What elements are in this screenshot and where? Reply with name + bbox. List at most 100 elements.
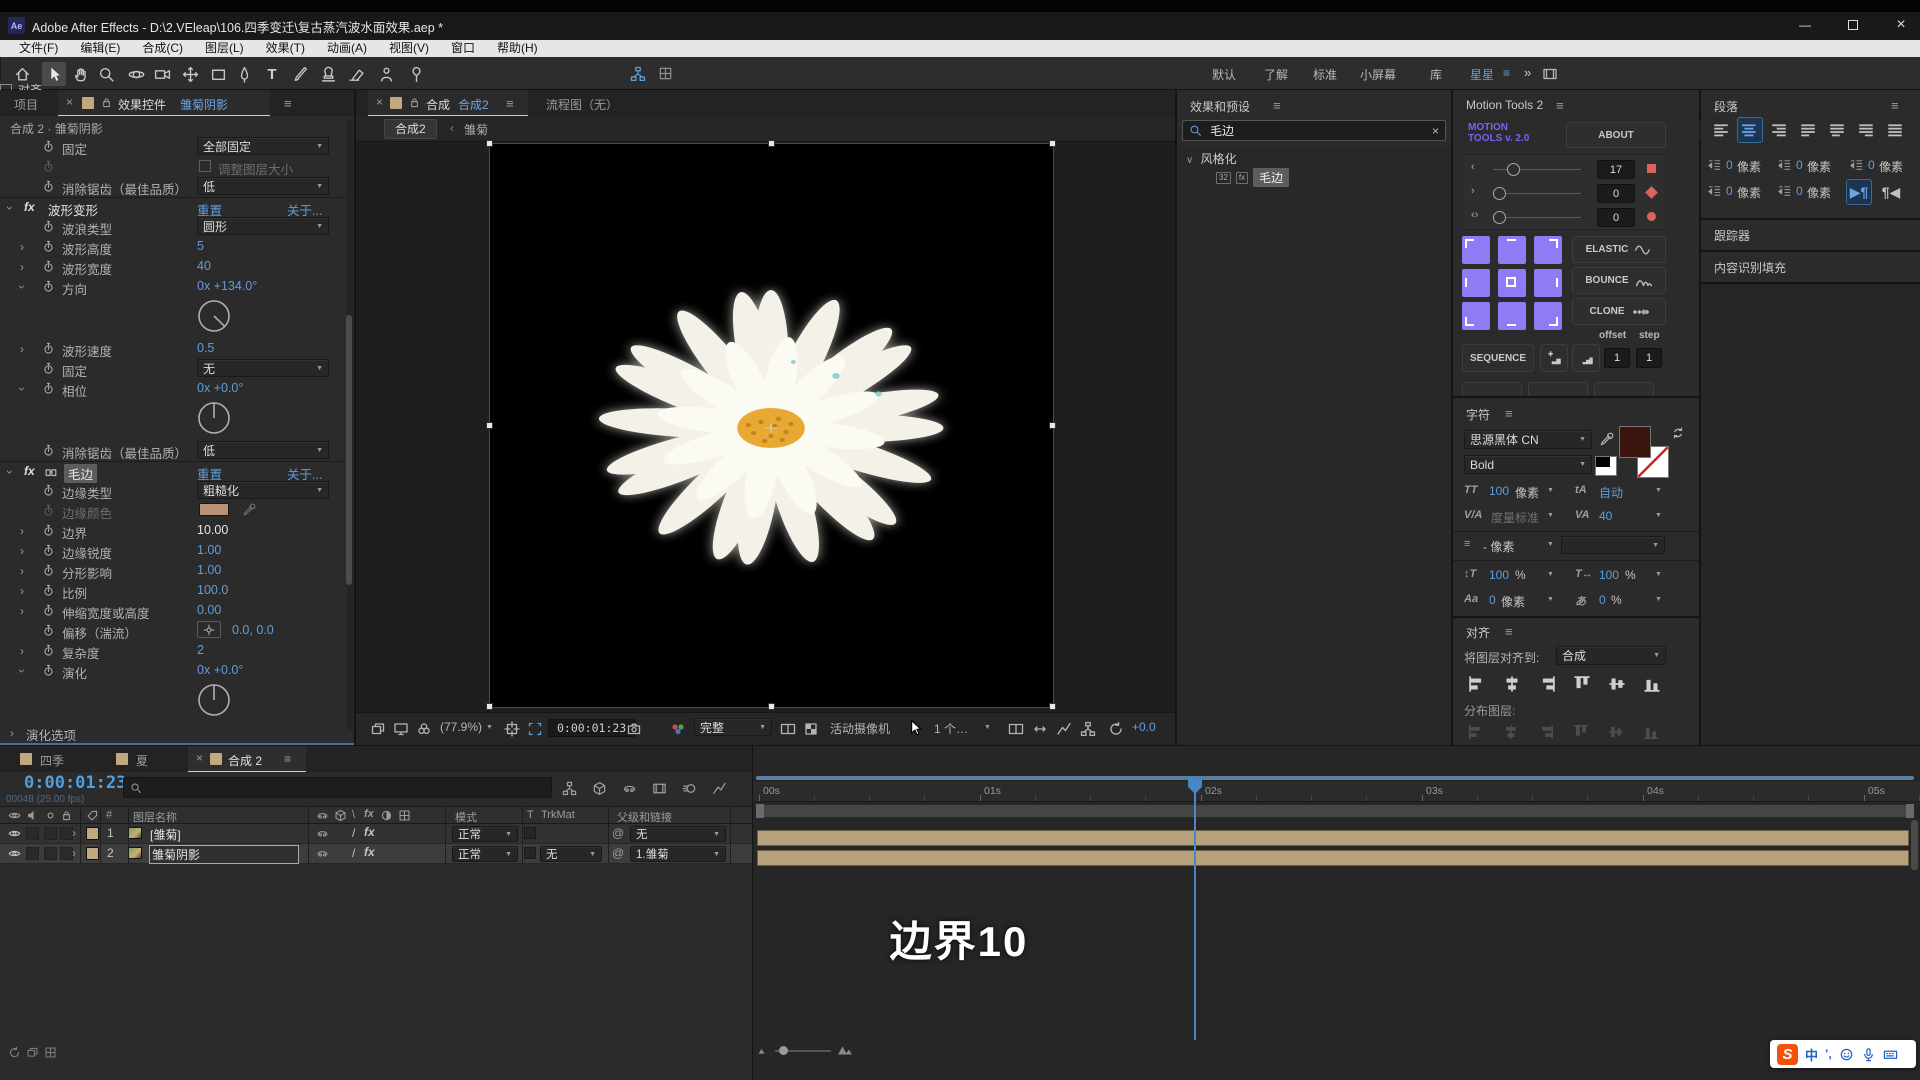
tool-brush[interactable] — [288, 62, 312, 86]
menu-item-5[interactable]: 动画(A) — [316, 40, 378, 57]
anchor-cell-0-2[interactable] — [1534, 236, 1562, 264]
property-expander-icon[interactable]: › — [20, 604, 24, 618]
property-value[interactable]: 0x +0.0° — [197, 381, 243, 395]
tab-flowchart[interactable]: 流程图（无） — [546, 96, 618, 113]
stopwatch-icon[interactable] — [42, 544, 55, 557]
paragraph-align-button-5[interactable] — [1854, 118, 1878, 142]
effect-row-比例[interactable]: › 比例 100.0 — [0, 581, 347, 601]
property-value[interactable]: 10.00 — [197, 523, 228, 537]
workspace-tab-2[interactable]: 标准 — [1313, 66, 1337, 83]
frames-icon[interactable] — [26, 1046, 39, 1059]
tool-rectangle[interactable] — [206, 62, 230, 86]
solo-cell[interactable] — [44, 847, 57, 860]
network-icon[interactable] — [630, 66, 646, 82]
dropdown-arrow-icon[interactable]: ▼ — [1547, 571, 1554, 578]
dropdown-arrow-icon[interactable]: ▼ — [1655, 487, 1662, 494]
distribute-button-5[interactable] — [1641, 722, 1661, 742]
tool-pen[interactable] — [232, 62, 256, 86]
anchor-cell-2-1[interactable] — [1498, 302, 1526, 330]
property-expander-icon[interactable]: › — [15, 387, 29, 391]
property-dropdown[interactable]: 低 ▼ — [197, 441, 329, 459]
angle-dial[interactable] — [196, 681, 232, 719]
leading-value[interactable]: 自动 — [1599, 484, 1623, 501]
selection-handle-4[interactable] — [1049, 421, 1056, 429]
paragraph-align-button-3[interactable] — [1796, 118, 1820, 142]
stopwatch-icon[interactable] — [42, 624, 55, 637]
parent-dropdown[interactable]: 1.雏菊 ▼ — [630, 846, 726, 862]
menu-item-6[interactable]: 视图(V) — [378, 40, 440, 57]
stairs-b-button[interactable] — [1572, 344, 1600, 372]
ime-punctuation-icon[interactable]: ’, — [1825, 1047, 1832, 1061]
workspace-tab-3[interactable]: 小屏幕 — [1360, 66, 1396, 83]
font-style-dropdown[interactable]: Bold ▼ — [1464, 455, 1592, 474]
lock-icon[interactable] — [408, 96, 421, 109]
property-value[interactable]: 0x +0.0° — [197, 663, 243, 677]
property-dropdown[interactable]: 圆形 ▼ — [197, 217, 329, 235]
align-to-dropdown[interactable]: 合成 ▼ — [1556, 646, 1666, 665]
tab-composition[interactable]: × 合成 合成2 ≡ — [368, 90, 528, 116]
workspace-tab-5[interactable]: 星星 — [1470, 66, 1494, 83]
paragraph-align-button-2[interactable] — [1767, 118, 1791, 142]
stopwatch-icon[interactable] — [42, 362, 55, 375]
property-expander-icon[interactable]: › — [20, 240, 24, 254]
close-tab-icon[interactable]: × — [376, 95, 383, 109]
effect-row-消除锯齿（最佳品质）[interactable]: 消除锯齿（最佳品质）低 ▼ — [0, 441, 347, 461]
category-expander-icon[interactable]: ∨ — [1186, 155, 1193, 166]
stopwatch-icon[interactable] — [42, 260, 55, 273]
stopwatch-icon[interactable] — [42, 382, 55, 395]
menu-item-1[interactable]: 编辑(E) — [69, 40, 131, 57]
property-expander-icon[interactable]: › — [20, 524, 24, 538]
baseline-shift-unit[interactable]: 像素 — [1501, 593, 1525, 610]
stopwatch-icon[interactable] — [42, 180, 55, 193]
effect-row-调整图层大小[interactable]: 调整图层大小 — [0, 157, 347, 177]
anchor-cell-0-1[interactable] — [1498, 236, 1526, 264]
effect-row-伸缩宽度或高度[interactable]: › 伸缩宽度或高度 0.00 — [0, 601, 347, 621]
slider-marker-square-icon[interactable] — [1647, 164, 1656, 173]
v-scale-value[interactable]: 100 — [1489, 568, 1509, 582]
workspace-overflow-icon[interactable]: » — [1524, 65, 1531, 80]
effect-expander-icon[interactable]: › — [3, 470, 17, 474]
selection-handle-6[interactable] — [767, 703, 775, 710]
mask3-icon[interactable] — [416, 721, 432, 737]
anchor-cell-1-2[interactable] — [1534, 269, 1562, 297]
property-value[interactable]: 100.0 — [197, 583, 228, 597]
stopwatch-icon[interactable] — [42, 140, 55, 153]
selection-handle-7[interactable] — [1049, 703, 1056, 710]
effect-row-波形速度[interactable]: › 波形速度 0.5 — [0, 339, 347, 359]
viewer-timecode[interactable]: 0:00:01:23 — [548, 719, 636, 737]
eyedropper-icon[interactable] — [1599, 432, 1614, 447]
text-direction-rtl-button[interactable]: ¶◀ — [1879, 180, 1903, 204]
align-h-center-button[interactable] — [1501, 673, 1523, 695]
distribute-button-3[interactable] — [1571, 722, 1591, 742]
audio-cell[interactable] — [26, 847, 39, 860]
panel-menu-icon[interactable]: ≡ — [506, 96, 514, 111]
layers-icon[interactable] — [370, 721, 386, 737]
paragraph-align-button-1[interactable] — [1737, 117, 1763, 143]
partial-button-2[interactable] — [1594, 382, 1654, 396]
paragraph-align-button-6[interactable] — [1883, 118, 1907, 142]
partial-button-1[interactable] — [1528, 382, 1588, 396]
selection-handle-0[interactable] — [486, 140, 493, 147]
exposure-value[interactable]: +0.0 — [1132, 720, 1156, 734]
space-after-value[interactable]: 0 — [1796, 184, 1803, 198]
distribute-button-4[interactable] — [1606, 722, 1626, 742]
filmframe-toggle-icon[interactable] — [652, 781, 667, 796]
dropdown-arrow-icon[interactable]: ▼ — [1547, 596, 1554, 603]
partial-button-0[interactable] — [1462, 382, 1522, 396]
tool-orbit[interactable] — [124, 62, 148, 86]
effects-list-item[interactable]: 32 fx 毛边 — [1216, 168, 1290, 187]
property-dropdown[interactable]: 无 ▼ — [197, 359, 329, 377]
slider-knob-2[interactable] — [1493, 211, 1506, 224]
stopwatch-icon[interactable] — [42, 644, 55, 657]
stopwatch-icon[interactable] — [42, 504, 55, 517]
distribute-button-1[interactable] — [1501, 722, 1521, 742]
property-checkbox[interactable] — [199, 160, 211, 172]
tool-zoom[interactable] — [94, 62, 118, 86]
ime-mic-icon[interactable] — [1861, 1047, 1876, 1062]
audio-cell[interactable] — [26, 827, 39, 840]
fx-badge-icon[interactable]: fx — [24, 200, 35, 214]
h-scale-unit[interactable]: % — [1625, 568, 1636, 582]
angle-dial[interactable] — [196, 297, 232, 335]
angle-dial[interactable] — [196, 399, 232, 437]
property-dropdown[interactable]: 低 ▼ — [197, 177, 329, 195]
